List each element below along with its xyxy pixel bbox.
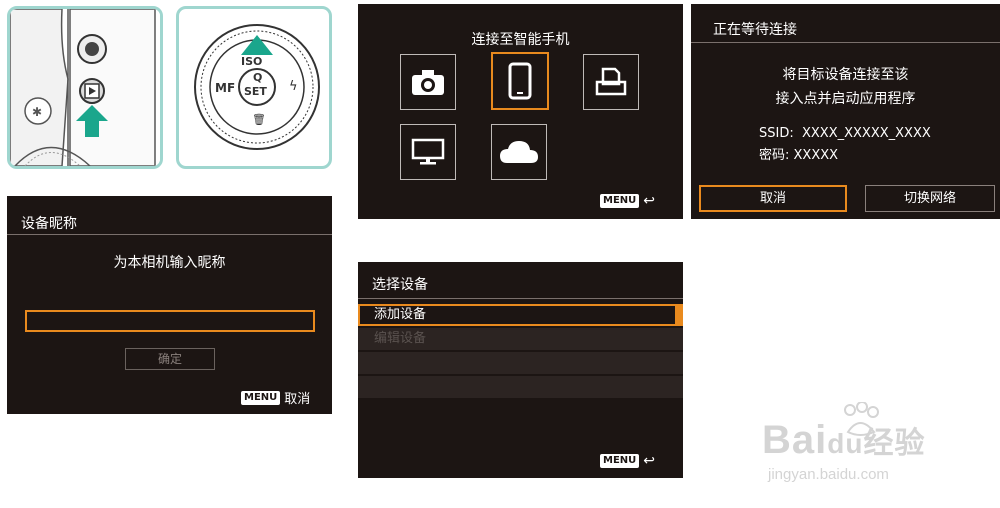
watermark-brand: Bai xyxy=(762,418,828,462)
tile-camera[interactable] xyxy=(400,54,456,110)
dial-mf-label: MF xyxy=(215,81,236,95)
tile-printer[interactable] xyxy=(583,54,639,110)
page-title: 选择设备 xyxy=(372,277,428,293)
ok-button[interactable]: 确定 xyxy=(125,348,215,370)
title-divider xyxy=(358,298,683,299)
menu-cancel-button[interactable]: MENU 取消 xyxy=(241,388,310,407)
camera-body-drawing: ✱ xyxy=(10,9,160,166)
svg-text:✱: ✱ xyxy=(32,105,42,119)
nickname-input[interactable] xyxy=(25,310,315,332)
flash-icon: ϟ xyxy=(289,79,298,94)
title-divider xyxy=(691,42,1000,43)
camera-icon xyxy=(412,70,444,95)
control-dial-illustration: ISO MF Q SET ϟ 🗑 xyxy=(176,6,332,169)
baidu-watermark: Baidu经验 jingyan.baidu.com xyxy=(762,402,992,492)
watermark-product: 经验 xyxy=(863,427,926,460)
list-item-empty xyxy=(358,376,683,398)
tile-cloud[interactable] xyxy=(491,124,547,180)
switch-network-button[interactable]: 切换网络 xyxy=(865,185,995,212)
menu-cancel-label: 取消 xyxy=(284,392,311,407)
instruction-line-1: 将目标设备连接至该 xyxy=(782,67,909,83)
cloud-icon xyxy=(500,141,538,163)
menu-back-button[interactable]: MENU ↩ xyxy=(600,454,655,468)
list-item-empty xyxy=(358,352,683,374)
page-title: 正在等待连接 xyxy=(713,22,797,38)
dial-iso-label: ISO xyxy=(241,55,263,68)
monitor-icon xyxy=(411,138,445,165)
camera-body-illustration: ✱ xyxy=(7,6,163,169)
trash-icon: 🗑 xyxy=(252,113,266,126)
tile-monitor[interactable] xyxy=(400,124,456,180)
back-arrow-icon: ↩ xyxy=(643,193,656,209)
tile-smartphone[interactable] xyxy=(491,52,549,110)
list-item-add-device[interactable]: 添加设备 xyxy=(358,304,683,326)
select-device-screen: 选择设备 添加设备 编辑设备 MENU ↩ xyxy=(358,262,683,478)
page-title: 设备昵称 xyxy=(21,216,77,232)
dial-set-label: SET xyxy=(244,85,267,98)
password-text: 密码: XXXXX xyxy=(759,148,839,163)
title-divider xyxy=(7,234,332,235)
back-arrow-icon: ↩ xyxy=(643,453,656,469)
device-nickname-screen: 设备昵称 为本相机输入昵称 确定 MENU 取消 xyxy=(7,196,332,414)
watermark-url: jingyan.baidu.com xyxy=(768,466,889,483)
watermark-brand2: du xyxy=(827,428,864,459)
menu-back-button[interactable]: MENU ↩ xyxy=(600,194,655,208)
smartphone-icon xyxy=(508,62,532,100)
menu-key-label: MENU xyxy=(241,390,281,405)
nickname-prompt: 为本相机输入昵称 xyxy=(113,255,226,271)
ssid-text: SSID: XXXX_XXXXX_XXXX xyxy=(759,126,931,141)
menu-key-label: MENU xyxy=(600,194,640,208)
cancel-button[interactable]: 取消 xyxy=(699,185,847,212)
menu-key-label: MENU xyxy=(600,454,640,468)
waiting-connection-screen: 正在等待连接 将目标设备连接至该 接入点并启动应用程序 SSID: XXXX_X… xyxy=(691,4,1000,219)
connect-smartphone-screen: 连接至智能手机 MENU ↩ xyxy=(358,4,683,219)
instruction-line-2: 接入点并启动应用程序 xyxy=(775,91,916,107)
page-title: 连接至智能手机 xyxy=(471,32,570,48)
dial-q-label: Q xyxy=(253,71,263,84)
printer-icon xyxy=(595,67,627,96)
list-item-edit-device[interactable]: 编辑设备 xyxy=(358,328,683,350)
